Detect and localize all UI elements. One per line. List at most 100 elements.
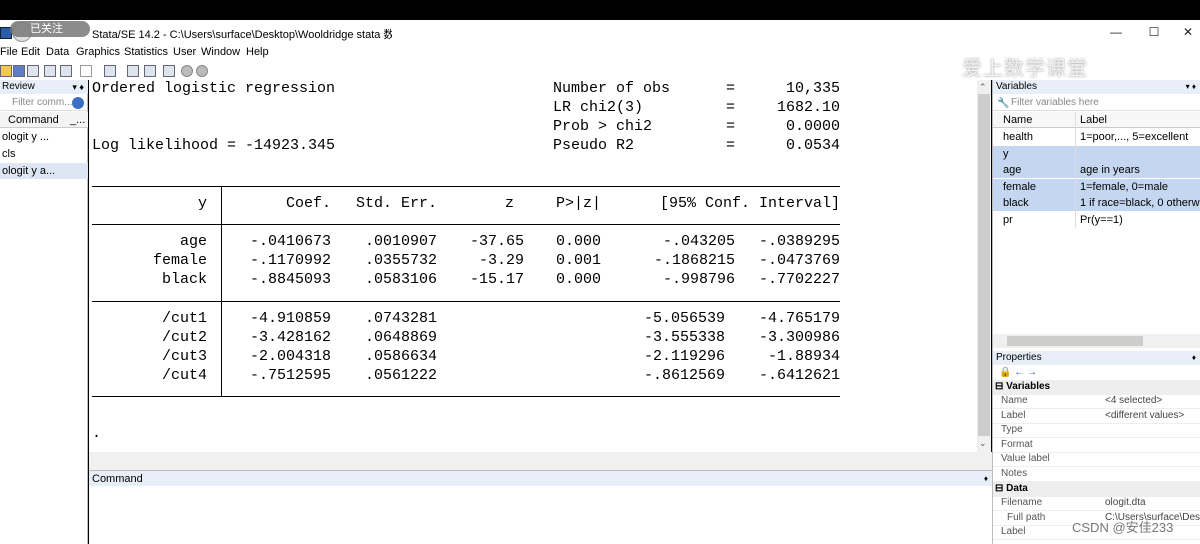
stat-label: LR chi2(3) — [553, 99, 644, 116]
log-likelihood: Log likelihood = -14923.345 — [92, 137, 336, 154]
menu-user[interactable]: User — [173, 46, 196, 58]
menu-help[interactable]: Help — [246, 46, 269, 58]
variables-column-header[interactable]: Name Label — [993, 112, 1200, 128]
col-name[interactable]: Name — [1003, 112, 1032, 128]
property-row[interactable]: Name <4 selected> — [993, 394, 1200, 409]
variable-label: 1 if race=black, 0 otherwise — [1080, 197, 1200, 209]
variables-manager-icon[interactable] — [163, 65, 175, 77]
review-item[interactable]: cls — [0, 146, 88, 162]
stat-value: 0.0534 — [785, 137, 840, 154]
stat-value: 10,335 — [785, 80, 840, 97]
variable-row[interactable]: y — [993, 146, 1200, 162]
property-row[interactable]: Format — [993, 438, 1200, 453]
review-col-command[interactable]: Command — [8, 112, 59, 128]
data-browser-icon[interactable] — [144, 65, 156, 77]
print-icon[interactable] — [27, 65, 39, 77]
variable-row[interactable]: health 1=poor,..., 5=excellent — [993, 129, 1200, 145]
property-key: Name — [1001, 395, 1028, 406]
property-row[interactable]: Notes — [993, 467, 1200, 482]
row-se: .0583106 — [364, 271, 437, 288]
open-icon[interactable] — [0, 65, 12, 77]
row-lo: -.1868215 — [653, 252, 735, 269]
table-divider — [221, 186, 222, 396]
viewer-icon[interactable] — [60, 65, 72, 77]
scroll-down-icon[interactable]: ⌄ — [979, 438, 987, 449]
command-input[interactable] — [89, 486, 992, 544]
variable-row[interactable]: pr Pr(y==1) — [993, 212, 1200, 228]
property-row[interactable]: Label <different values> — [993, 409, 1200, 424]
pin-icon[interactable]: ▾ ♦ — [72, 80, 84, 94]
csdn-watermark: CSDN @安佳233 — [1072, 520, 1174, 535]
break-icon[interactable] — [196, 65, 208, 77]
property-row[interactable]: Filename ologit.dta — [993, 496, 1200, 511]
close-button[interactable]: ✕ — [1176, 24, 1200, 40]
row-coef: -.8845093 — [249, 271, 331, 288]
property-row[interactable]: Type — [993, 423, 1200, 438]
properties-group-data[interactable]: ⊟ Data — [993, 482, 1200, 497]
stat-label: Pseudo R2 — [553, 137, 635, 154]
col-z: z — [504, 195, 514, 212]
scroll-up-icon[interactable]: ⌃ — [979, 82, 987, 93]
review-item[interactable]: ologit y a... — [0, 163, 88, 179]
variable-row[interactable]: female 1=female, 0=male — [993, 179, 1200, 195]
row-hi: -.7702227 — [758, 271, 840, 288]
col-label[interactable]: Label — [1080, 112, 1107, 128]
row-hi: -.0389295 — [758, 233, 840, 250]
info-icon[interactable] — [72, 97, 84, 109]
cut-name: /cut4 — [161, 367, 207, 384]
window-title: Stata/SE 14.2 - C:\Users\surface\Desktop… — [92, 29, 392, 41]
review-header: Review ▾ ♦ — [0, 80, 88, 94]
splitter[interactable] — [89, 452, 992, 470]
variables-filter-input[interactable]: Filter variables here — [993, 95, 1200, 111]
pin-icon[interactable]: ▾ ♦ — [1186, 80, 1196, 94]
pin-icon[interactable]: ♦ — [984, 471, 988, 487]
review-column-header[interactable]: Command _... — [0, 112, 88, 128]
menu-file[interactable]: File — [0, 46, 18, 58]
variable-row[interactable]: age age in years — [993, 162, 1200, 178]
row-lo: -.998796 — [662, 271, 735, 288]
pin-icon[interactable]: ♦ — [1192, 351, 1196, 365]
variable-label: 1=female, 0=male — [1080, 181, 1169, 193]
properties-nav[interactable]: 🔒 ← → — [993, 366, 1200, 380]
column-divider — [1075, 112, 1076, 228]
variable-name: health — [1003, 131, 1033, 143]
menu-edit[interactable]: Edit — [21, 46, 40, 58]
row-name: black — [161, 271, 207, 288]
graph-icon[interactable] — [80, 65, 92, 77]
cut-se: .0648869 — [364, 329, 437, 346]
save-icon[interactable] — [13, 65, 25, 77]
group-label: Data — [1006, 483, 1028, 494]
group-label: Variables — [1006, 381, 1051, 392]
menu-window[interactable]: Window — [201, 46, 240, 58]
review-item[interactable]: ologit y ... — [0, 129, 88, 145]
menu-statistics[interactable]: Statistics — [124, 46, 168, 58]
minimize-button[interactable]: — — [1104, 24, 1128, 40]
menu-graphics[interactable]: Graphics — [76, 46, 120, 58]
more-icon[interactable] — [181, 65, 193, 77]
row-lo: -.043205 — [662, 233, 735, 250]
property-value: ologit.dta — [1105, 497, 1146, 508]
variable-name: age — [1003, 164, 1022, 176]
row-p: 0.000 — [555, 233, 601, 250]
dep-var-label: y — [197, 195, 207, 212]
properties-group-variables[interactable]: ⊟ Variables — [993, 380, 1200, 395]
row-p: 0.001 — [555, 252, 601, 269]
variable-row[interactable]: black 1 if race=black, 0 otherwise — [993, 195, 1200, 211]
cut-lo: -5.056539 — [643, 310, 725, 327]
property-key: Label — [1001, 410, 1026, 421]
data-editor-icon[interactable] — [127, 65, 139, 77]
results-scrollbar-thumb[interactable] — [978, 94, 990, 436]
log-icon[interactable] — [44, 65, 56, 77]
row-name: female — [152, 252, 207, 269]
variables-title: Variables — [996, 81, 1037, 92]
review-col-rc[interactable]: _... — [70, 112, 85, 128]
menu-data[interactable]: Data — [46, 46, 69, 58]
do-file-editor-icon[interactable] — [104, 65, 116, 77]
stat-equals: = — [726, 80, 736, 97]
property-row[interactable]: Value label — [993, 452, 1200, 467]
watermark-text: 爱上数学课堂 — [962, 58, 1088, 80]
top-black-bar — [0, 0, 1200, 20]
cut-se: .0586634 — [364, 348, 437, 365]
variables-hscrollbar-thumb[interactable] — [1007, 336, 1143, 346]
maximize-button[interactable]: ☐ — [1142, 24, 1166, 40]
